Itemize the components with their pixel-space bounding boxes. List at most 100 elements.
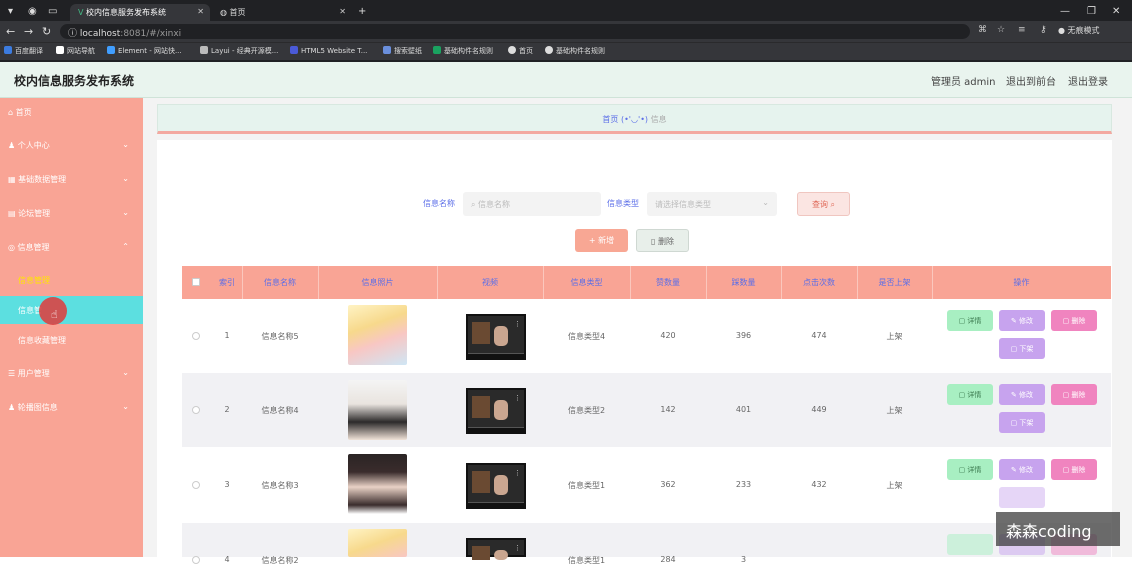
view-button[interactable]: ▢ 详情 — [947, 310, 993, 331]
info-photo[interactable] — [348, 529, 407, 557]
row-checkbox[interactable] — [192, 406, 200, 414]
info-photo[interactable] — [348, 305, 407, 365]
column-header[interactable]: 信息名称 — [242, 277, 318, 288]
sidebar-item-label: 信息管理 — [17, 243, 50, 252]
bookmark[interactable]: HTML5 Website T... — [290, 46, 367, 55]
info-photo[interactable] — [348, 454, 407, 514]
new-tab-icon[interactable]: + — [358, 6, 366, 17]
column-header[interactable]: 视频 — [437, 277, 543, 288]
sidebar-item-label: 首页 — [15, 108, 32, 117]
name-placeholder: 信息名称 — [478, 200, 511, 209]
close-tab-icon[interactable]: ✕ — [339, 7, 346, 16]
sidebar-item-carousel[interactable]: ♟ 轮播图信息 ⌄ — [0, 393, 143, 426]
sidebar-item-home[interactable]: ⌂ 首页 — [0, 98, 143, 131]
table-row: 4 信息名称2 ⋮ 信息类型1 284 3 — [182, 523, 1111, 565]
select-all-checkbox[interactable] — [192, 278, 200, 286]
breadcrumb-home[interactable]: 首页 — [602, 115, 618, 124]
key-icon[interactable]: ⚷ — [1040, 25, 1047, 35]
restore-icon[interactable]: ❐ — [1087, 6, 1096, 17]
sidebar-item-profile[interactable]: ♟ 个人中心 ⌄ — [0, 131, 143, 164]
delete-label: 删除 — [1071, 391, 1086, 399]
sidebar-subitem-info[interactable]: 信息管理 — [0, 266, 143, 299]
front-link[interactable]: 退出到前台 — [1006, 73, 1056, 88]
row-status: 上架 — [886, 332, 903, 341]
incognito-badge[interactable]: ● 无痕模式 — [1058, 25, 1100, 36]
admin-link[interactable]: 管理员 admin — [931, 73, 996, 88]
main-content: 首页 (•'◡'•) 信息 信息名称 ⌕ 信息名称 信息类型 请选择信息类型 ⌄… — [143, 98, 1132, 565]
sidebar-item-forum[interactable]: ▤ 论坛管理 ⌄ — [0, 199, 143, 232]
batch-delete-button[interactable]: ▯ 删除 — [636, 229, 689, 252]
column-header[interactable]: 赞数量 — [630, 277, 706, 288]
tab-active[interactable]: V 校内信息服务发布系统 ✕ — [70, 4, 210, 21]
query-button[interactable]: 查询 ⌕ — [797, 192, 850, 216]
bookmark[interactable]: 基础构件名规则 — [433, 46, 493, 56]
delete-button[interactable]: ▢ 删除 — [1051, 384, 1097, 405]
forward-icon[interactable]: → — [24, 25, 33, 38]
column-header[interactable]: 信息照片 — [318, 277, 437, 288]
close-window-icon[interactable]: ✕ — [1112, 6, 1120, 17]
unlist-button[interactable]: ▢ 下架 — [999, 338, 1045, 359]
star-icon[interactable]: ☆ — [997, 25, 1005, 35]
reading-list-icon[interactable]: ≡ — [1018, 25, 1026, 35]
browser-logo-icon: ◉ — [28, 6, 37, 17]
url-field[interactable]: ⓘ localhost:8081/#/xinxi — [60, 24, 970, 39]
sidebar-item-info[interactable]: ◎ 信息管理 ⌃ — [0, 233, 143, 266]
back-icon[interactable]: ← — [6, 25, 15, 38]
view-button[interactable]: ▢ 详情 — [947, 384, 993, 405]
row-likes: 420 — [660, 331, 676, 340]
bookmark[interactable]: 网站导航 — [56, 46, 95, 56]
bookmark[interactable]: Element - 网站快... — [107, 46, 182, 56]
column-header[interactable]: 是否上架 — [857, 277, 932, 288]
close-tab-icon[interactable]: ✕ — [197, 7, 204, 16]
column-header[interactable]: 点击次数 — [781, 277, 857, 288]
video-thumbnail[interactable]: ⋮ — [466, 314, 526, 360]
sidebar-subitem-favorites[interactable]: 信息收藏管理 — [0, 326, 143, 359]
column-header[interactable]: 信息类型 — [543, 277, 630, 288]
unlist-button[interactable] — [999, 487, 1045, 508]
column-header[interactable]: 踩数量 — [706, 277, 781, 288]
watermark: 森森coding — [996, 512, 1120, 546]
user-icon: ♟ — [8, 141, 18, 150]
tab-inactive[interactable]: ◍ 首页 ✕ — [212, 4, 352, 21]
vue-icon: V — [78, 8, 87, 17]
type-select[interactable]: 请选择信息类型 ⌄ — [647, 192, 777, 216]
row-checkbox[interactable] — [192, 556, 200, 564]
video-thumbnail[interactable]: ⋮ — [466, 538, 526, 560]
bookmark-label: 基础构件名规则 — [444, 47, 493, 55]
sidebar-subitem-info-active[interactable]: 信息管 — [0, 296, 143, 324]
bookmark[interactable]: 基础构件名规则 — [545, 46, 605, 56]
delete-button[interactable]: ▢ 删除 — [1051, 459, 1097, 480]
minimize-icon[interactable]: — — [1060, 6, 1070, 17]
browser-chrome: ▾ ◉ ▭ V 校内信息服务发布系统 ✕ ◍ 首页 ✕ + — ❐ ✕ ← → … — [0, 0, 1132, 62]
info-photo[interactable] — [348, 380, 407, 440]
chevron-up-icon: ⌃ — [122, 242, 129, 251]
bookmark[interactable]: 百度翻译 — [4, 46, 43, 56]
row-checkbox[interactable] — [192, 481, 200, 489]
bookmark[interactable]: Layui - 经典开源模... — [200, 46, 278, 56]
edit-button[interactable]: ✎ 修改 — [999, 459, 1045, 480]
tab-actions-icon[interactable]: ▭ — [48, 6, 57, 17]
edit-button[interactable]: ✎ 修改 — [999, 310, 1045, 331]
name-search-input[interactable]: ⌕ 信息名称 — [463, 192, 601, 216]
add-button[interactable]: + 新增 — [575, 229, 628, 252]
tab-search-icon[interactable]: ▾ — [8, 6, 13, 17]
reload-icon[interactable]: ↻ — [42, 25, 51, 38]
view-button[interactable]: ▢ 详情 — [947, 459, 993, 480]
table-row: 2 信息名称4 ⋮ 信息类型2 142 401 449 上架 ▢ 详情 ✎ 修改… — [182, 373, 1111, 447]
unlist-button[interactable]: ▢ 下架 — [999, 412, 1045, 433]
sidebar-item-label: 信息管理 — [18, 276, 50, 285]
view-button[interactable] — [947, 534, 993, 555]
video-thumbnail[interactable]: ⋮ — [466, 388, 526, 434]
translate-icon[interactable]: ⌘ — [978, 25, 987, 35]
logout-link[interactable]: 退出登录 — [1068, 73, 1108, 88]
delete-button[interactable]: ▢ 删除 — [1051, 310, 1097, 331]
column-header[interactable]: 索引 — [215, 277, 239, 288]
sidebar-item-users[interactable]: ☰ 用户管理 ⌄ — [0, 359, 143, 392]
sidebar-item-basedata[interactable]: ▦ 基础数据管理 ⌄ — [0, 165, 143, 198]
bookmark[interactable]: 搜索壁纸 — [383, 46, 422, 56]
edit-button[interactable]: ✎ 修改 — [999, 384, 1045, 405]
row-checkbox[interactable] — [192, 332, 200, 340]
bookmark[interactable]: 首页 — [508, 46, 533, 56]
video-thumbnail[interactable]: ⋮ — [466, 463, 526, 509]
profile-label: 无痕模式 — [1067, 26, 1100, 35]
